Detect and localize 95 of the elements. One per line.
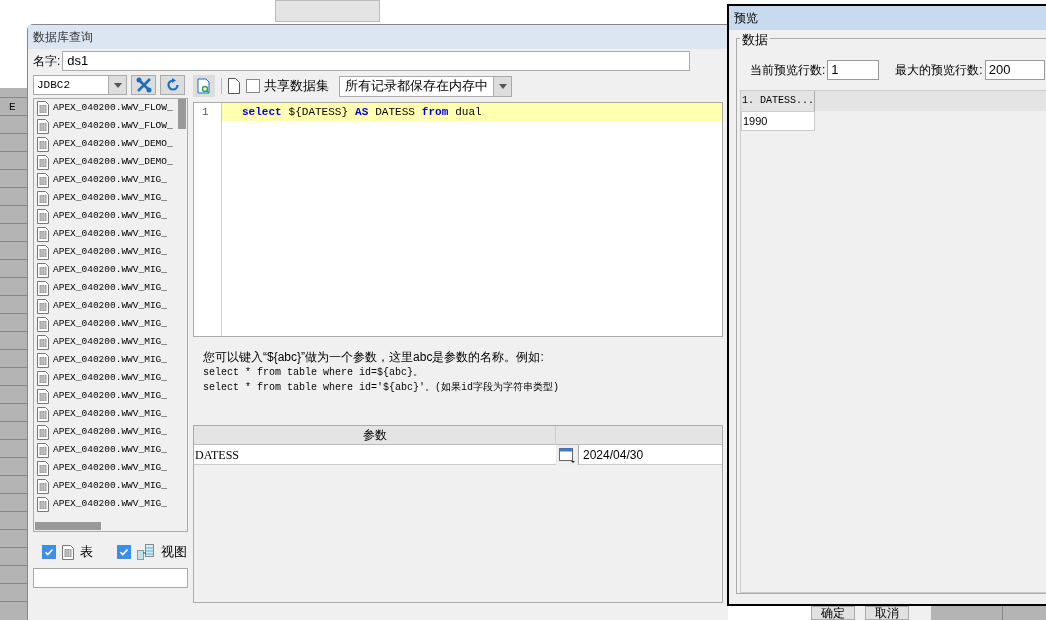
table-list-item[interactable]: APEX_040200.WWV_MIG_ [34, 171, 187, 189]
table-icon [37, 136, 49, 152]
document-search-icon [197, 78, 211, 94]
table-list-item[interactable]: APEX_040200.WWV_MIG_ [34, 333, 187, 351]
table-icon [37, 496, 49, 512]
sql-text: ${DATESS} [288, 104, 349, 120]
preview-button[interactable] [193, 75, 215, 97]
table-list-item[interactable]: APEX_040200.WWV_MIG_ [34, 495, 187, 513]
max-rows-field[interactable]: 200 [984, 60, 1045, 80]
table-list-item[interactable]: APEX_040200.WWV_MIG_ [34, 189, 187, 207]
table-list-item[interactable]: APEX_040200.WWV_MIG_ [34, 477, 187, 495]
table-list-item[interactable]: APEX_040200.WWV_DEMO_ [34, 153, 187, 171]
max-rows-label: 最大的预览行数: [895, 62, 983, 79]
window-title: 数据库查询 [33, 29, 93, 46]
table-list-item[interactable]: APEX_040200.WWV_MIG_ [34, 441, 187, 459]
table-list-item[interactable]: APEX_040200.WWV_MIG_ [34, 225, 187, 243]
connection-dropdown[interactable]: JDBC2 [33, 75, 127, 95]
table-list-item[interactable]: APEX_040200.WWV_DEMO_ [34, 135, 187, 153]
table-icon [37, 460, 49, 476]
table-cell: 1990 [741, 111, 815, 131]
table-icon [37, 244, 49, 260]
filter-field[interactable] [33, 568, 188, 588]
table-icon [37, 370, 49, 386]
table-icon [37, 100, 49, 116]
table-list-item[interactable]: APEX_040200.WWV_MIG_ [34, 261, 187, 279]
calendar-icon[interactable] [558, 447, 576, 463]
table-checkbox[interactable] [42, 545, 56, 559]
table-list-item[interactable]: APEX_040200.WWV_MIG_ [34, 387, 187, 405]
table-icon [37, 280, 49, 296]
share-checkbox[interactable] [246, 79, 260, 93]
dialog-button[interactable]: 取消 [865, 606, 909, 620]
filter-label: 表 [80, 543, 93, 562]
table-list-item[interactable]: APEX_040200.WWV_MIG_ [34, 315, 187, 333]
table-icon [37, 298, 49, 314]
sql-keyword: select [242, 104, 282, 120]
storage-dropdown[interactable]: 所有记录都保存在内存中 [339, 75, 512, 97]
sql-text: dual [455, 104, 482, 120]
table-icon [37, 334, 49, 350]
view-icon [137, 544, 155, 560]
refresh-icon [165, 78, 180, 92]
table-icon [62, 544, 74, 560]
caret-icon [498, 83, 507, 89]
table-list-item[interactable]: APEX_040200.WWV_MIG_ [34, 423, 187, 441]
checkmark-icon [44, 547, 54, 557]
horizontal-scrollbar[interactable] [35, 522, 101, 530]
current-rows-label: 当前预览行数: [750, 62, 826, 79]
share-label: 共享数据集 [264, 77, 329, 96]
hint-text: select * from table where id='${abc}'。(如果id字段为字符串类型) [203, 380, 561, 395]
checkmark-icon [119, 547, 129, 557]
table-icon [37, 316, 49, 332]
table-list-item[interactable]: APEX_040200.WWV_MIG_ [34, 369, 187, 387]
table-list-item[interactable]: APEX_040200.WWV_MIG_ [34, 279, 187, 297]
table-icon [37, 406, 49, 422]
table-icon [37, 118, 49, 134]
table-list-item[interactable]: APEX_040200.WWV_MIG_ [34, 243, 187, 261]
table-list-item[interactable]: APEX_040200.WWV_MIG_ [34, 459, 187, 477]
refresh-button[interactable] [160, 75, 185, 95]
line-number: 1 [201, 105, 210, 120]
table-icon [37, 478, 49, 494]
new-document-icon[interactable] [228, 78, 240, 94]
tools-icon [135, 77, 152, 93]
table-cell[interactable]: 2024/04/30 [578, 445, 722, 465]
table-icon [37, 154, 49, 170]
vertical-scrollbar[interactable] [178, 99, 186, 129]
table-list-item[interactable]: APEX_040200.WWV_FLOW_ [34, 99, 187, 117]
table-list-item[interactable]: APEX_040200.WWV_MIG_ [34, 405, 187, 423]
sql-keyword: AS [355, 104, 369, 120]
table-icon [37, 208, 49, 224]
hint-text: 您可以键入“${abc}”做为一个参数，这里abc是参数的名称。例如: [203, 349, 545, 365]
sql-editor[interactable]: 1 select ${DATESS} AS DATESS from dual [193, 102, 723, 337]
sql-text: DATESS [375, 104, 415, 120]
view-checkbox[interactable] [117, 545, 131, 559]
window-title: 预览 [734, 10, 758, 27]
table-icon [37, 352, 49, 368]
table-list-item[interactable]: APEX_040200.WWV_MIG_ [34, 297, 187, 315]
table-cell-text: DATESS [194, 447, 240, 464]
table-icon [37, 190, 49, 206]
table-list-item[interactable]: APEX_040200.WWV_FLOW_ [34, 117, 187, 135]
table-icon [37, 442, 49, 458]
table-icon [37, 388, 49, 404]
connection-settings-button[interactable] [131, 75, 156, 95]
table-list-item[interactable]: APEX_040200.WWV_MIG_ [34, 351, 187, 369]
caret-icon [113, 82, 122, 88]
table-list-item[interactable]: APEX_040200.WWV_MIG_ [34, 207, 187, 225]
dialog-button[interactable]: 确定 [811, 606, 855, 620]
sql-keyword: from [421, 104, 449, 120]
table-icon [37, 172, 49, 188]
filter-label: 视图 [161, 543, 187, 562]
table-icon [37, 226, 49, 242]
name-label: 名字: [33, 53, 61, 70]
table-icon [37, 424, 49, 440]
table-icon [37, 262, 49, 278]
hint-text: select * from table where id=${abc}。 [203, 366, 425, 380]
name-field[interactable]: ds1 [62, 51, 691, 71]
current-rows-field[interactable]: 1 [827, 60, 880, 80]
